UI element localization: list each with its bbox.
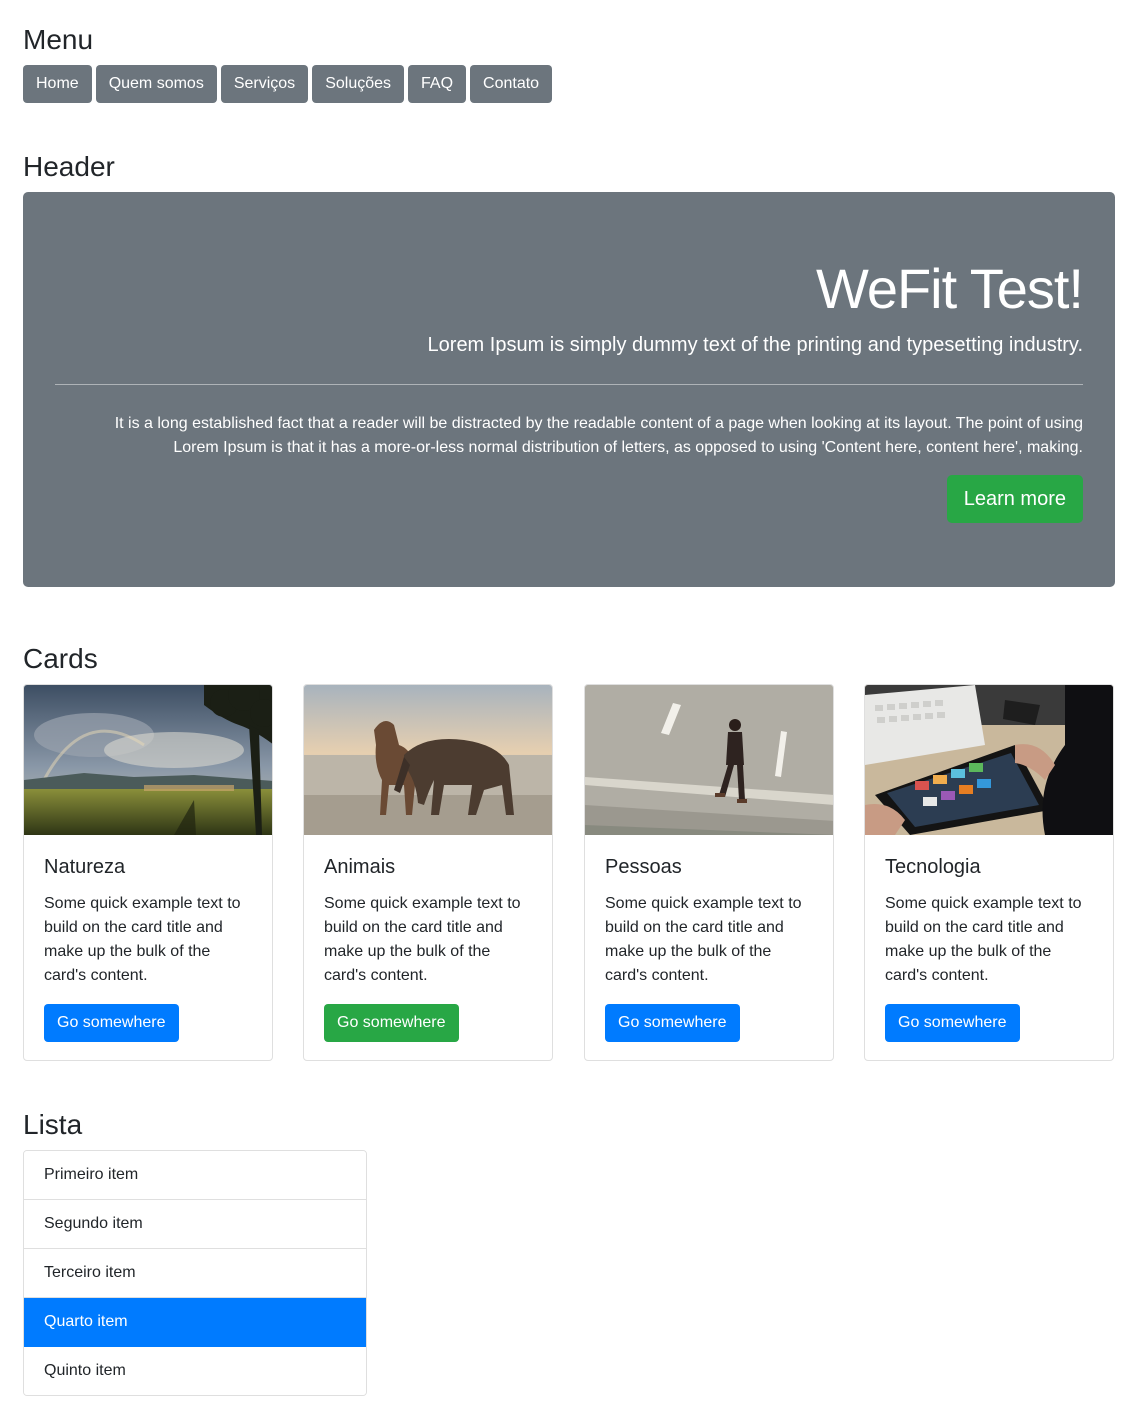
card-body: Tecnologia Some quick example text to bu… bbox=[865, 835, 1113, 1060]
menu-section-title: Menu bbox=[23, 24, 94, 55]
menu-item-solucoes[interactable]: Soluções bbox=[312, 65, 405, 103]
card-text: Some quick example text to build on the … bbox=[324, 895, 521, 984]
learn-more-button[interactable]: Learn more bbox=[946, 475, 1083, 523]
menu-item-contato[interactable]: Contato bbox=[470, 65, 553, 103]
list-section-title: Lista bbox=[23, 1109, 83, 1140]
header-jumbotron: WeFit Test! Lorem Ipsum is simply dummy … bbox=[23, 192, 1115, 587]
tablet-photo bbox=[865, 685, 1113, 835]
card-pessoas: Pessoas Some quick example text to build… bbox=[584, 684, 834, 1061]
card-text: Some quick example text to build on the … bbox=[44, 895, 241, 984]
card-title: Animais bbox=[324, 856, 396, 878]
menu-item-servicos[interactable]: Serviços bbox=[220, 65, 309, 103]
person-road-photo bbox=[585, 685, 833, 835]
card-text: Some quick example text to build on the … bbox=[605, 895, 802, 984]
jumbotron-lead: Lorem Ipsum is simply dummy text of the … bbox=[427, 334, 1083, 356]
go-somewhere-button[interactable]: Go somewhere bbox=[324, 1004, 459, 1042]
card-body: Pessoas Some quick example text to build… bbox=[585, 835, 833, 1060]
list-item[interactable]: Segundo item bbox=[24, 1200, 366, 1249]
list-item-active[interactable]: Quarto item bbox=[24, 1298, 366, 1347]
card-text: Some quick example text to build on the … bbox=[885, 895, 1082, 984]
jumbotron-title: WeFit Test! bbox=[815, 257, 1084, 320]
card-animais: Animais Some quick example text to build… bbox=[303, 684, 553, 1061]
jumbotron-text: It is a long established fact that a rea… bbox=[114, 415, 1083, 456]
menu-item-home[interactable]: Home bbox=[23, 65, 92, 103]
cards-grid: Natureza Some quick example text to buil… bbox=[23, 684, 1115, 1061]
item-list: Primeiro item Segundo item Terceiro item… bbox=[23, 1150, 367, 1396]
go-somewhere-button[interactable]: Go somewhere bbox=[885, 1004, 1020, 1042]
menu-item-faq[interactable]: FAQ bbox=[408, 65, 467, 103]
card-title: Pessoas bbox=[605, 856, 682, 878]
header-section-title: Header bbox=[23, 151, 115, 182]
card-natureza: Natureza Some quick example text to buil… bbox=[23, 684, 273, 1061]
go-somewhere-button[interactable]: Go somewhere bbox=[605, 1004, 740, 1042]
card-body: Animais Some quick example text to build… bbox=[304, 835, 552, 1060]
main-menu: Home Quem somos Serviços Soluções FAQ Co… bbox=[23, 65, 553, 103]
cards-section-title: Cards bbox=[23, 643, 98, 674]
horse-photo bbox=[304, 685, 552, 835]
jumbotron-divider bbox=[55, 384, 1083, 385]
card-title: Natureza bbox=[44, 856, 126, 878]
card-tecnologia: Tecnologia Some quick example text to bu… bbox=[864, 684, 1114, 1061]
menu-item-quem-somos[interactable]: Quem somos bbox=[95, 65, 217, 103]
list-item[interactable]: Quinto item bbox=[24, 1347, 366, 1395]
list-item[interactable]: Primeiro item bbox=[24, 1151, 366, 1200]
card-title: Tecnologia bbox=[885, 856, 981, 878]
list-item[interactable]: Terceiro item bbox=[24, 1249, 366, 1298]
go-somewhere-button[interactable]: Go somewhere bbox=[44, 1004, 179, 1042]
card-body: Natureza Some quick example text to buil… bbox=[24, 835, 272, 1060]
landscape-photo bbox=[24, 685, 272, 835]
